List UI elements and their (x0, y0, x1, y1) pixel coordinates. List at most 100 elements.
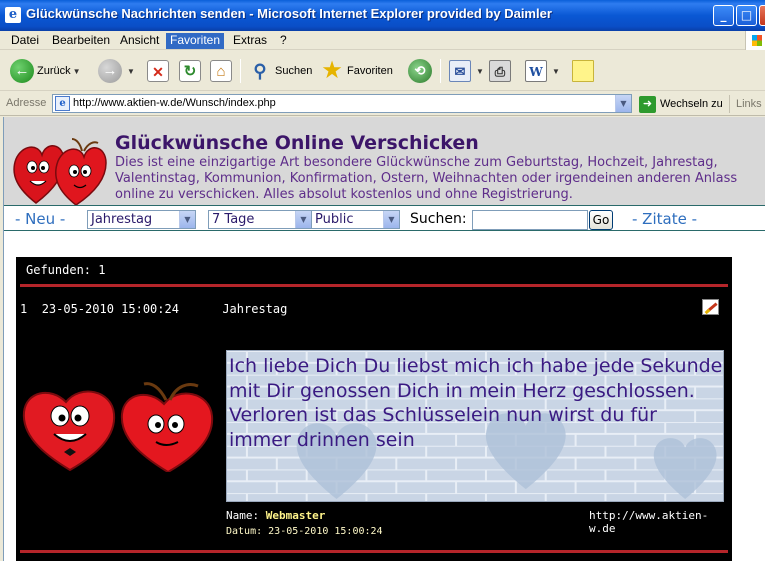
edit-icon[interactable] (702, 299, 719, 315)
period-select[interactable]: 7 Tage ▼ (208, 210, 312, 229)
menu-datei[interactable]: Datei (7, 33, 43, 49)
back-arrow-icon: ← (10, 59, 34, 83)
mail-button[interactable]: ✉ ▼ (449, 57, 484, 85)
address-dropdown-icon[interactable]: ▼ (615, 95, 631, 112)
close-button[interactable]: × (759, 5, 765, 26)
found-count: Gefunden: 1 (26, 263, 106, 277)
message-box: Ich liebe Dich Du liebst mich ich habe j… (226, 350, 724, 502)
address-bar: Adresse e http://www.aktien-w.de/Wunsch/… (0, 92, 765, 116)
search-button[interactable]: ⚲ Suchen (248, 57, 312, 85)
found-label: Gefunden: (26, 263, 92, 277)
toolbar: ← Zurück ▼ → ▼ ✕ ↻ ⌂ ⚲ Suchen ★ Favorite… (0, 51, 765, 91)
visibility-select[interactable]: Public ▼ (311, 210, 400, 229)
search-field-label: Suchen: (410, 211, 467, 227)
note-icon (572, 60, 594, 82)
menu-extras[interactable]: Extras (229, 33, 271, 49)
chevron-down-icon: ▼ (383, 211, 399, 228)
page-icon: e (55, 96, 70, 111)
entry-index: 1 (20, 302, 28, 316)
new-link[interactable]: - Neu - (15, 210, 65, 228)
name-value: Webmaster (265, 509, 326, 522)
site-description: Dies ist eine einzigartige Art besondere… (115, 155, 738, 202)
go-to-label: Wechseln zu (660, 98, 723, 110)
history-button[interactable]: ⟲ (408, 57, 435, 85)
refresh-icon: ↻ (179, 60, 201, 82)
menu-ansicht[interactable]: Ansicht (116, 33, 163, 49)
print-button[interactable]: ⎙ (489, 57, 514, 85)
minimize-button[interactable]: _ (713, 5, 734, 26)
word-icon: W (525, 60, 547, 82)
menu-help[interactable]: ? (276, 33, 291, 49)
sender-website[interactable]: http://www.aktien-w.de (589, 509, 732, 535)
home-button[interactable]: ⌂ (210, 57, 235, 85)
window-title: Glückwünsche Nachrichten senden - Micros… (26, 6, 552, 21)
printer-icon: ⎙ (489, 60, 511, 82)
back-dropdown-icon[interactable]: ▼ (73, 67, 81, 76)
back-label: Zurück (37, 65, 71, 77)
stop-icon: ✕ (147, 60, 169, 82)
home-icon: ⌂ (210, 60, 232, 82)
notes-button[interactable] (572, 57, 597, 85)
message-line-2: Verloren ist das Schlüsselein nun wirst … (229, 404, 657, 451)
ie-icon: e (5, 7, 21, 23)
menu-bar: Datei Bearbeiten Ansicht Favoriten Extra… (0, 31, 765, 50)
menu-favoriten[interactable]: Favoriten (166, 33, 225, 49)
favorites-button[interactable]: ★ Favoriten (320, 57, 393, 85)
site-title: Glückwünsche Online Verschicken (115, 132, 479, 154)
found-number: 1 (98, 263, 106, 277)
title-bar: e Glückwünsche Nachrichten senden - Micr… (0, 0, 765, 31)
site-header: Glückwünsche Online Verschicken Dies ist… (4, 117, 765, 206)
entry-occasion: Jahrestag (222, 302, 288, 316)
go-button[interactable]: Go (589, 210, 613, 230)
forward-arrow-icon: → (98, 59, 122, 83)
quotes-link[interactable]: - Zitate - (632, 210, 697, 228)
refresh-button[interactable]: ↻ (179, 57, 204, 85)
address-url[interactable]: http://www.aktien-w.de/Wunsch/index.php (73, 97, 276, 109)
message-line-1: Ich liebe Dich Du liebst mich ich habe j… (229, 355, 723, 402)
navigation-row: - Neu - Jahrestag ▼ 7 Tage ▼ Public ▼ Su… (4, 205, 765, 231)
page-content: Glückwünsche Online Verschicken Dies ist… (3, 117, 765, 561)
date-value: 23-05-2010 15:00:24 (268, 526, 383, 537)
chevron-down-icon: ▼ (295, 211, 311, 228)
favorites-label: Favoriten (347, 65, 393, 77)
menu-bearbeiten[interactable]: Bearbeiten (48, 33, 114, 49)
browser-window: e Glückwünsche Nachrichten senden - Micr… (0, 0, 765, 561)
chevron-down-icon: ▼ (179, 211, 195, 228)
address-label: Adresse (6, 97, 47, 109)
sent-date: Datum: 23-05-2010 15:00:24 (226, 526, 383, 537)
forward-dropdown-icon[interactable]: ▼ (127, 67, 135, 76)
occasion-select[interactable]: Jahrestag ▼ (87, 210, 196, 229)
stop-button[interactable]: ✕ (147, 57, 172, 85)
divider-line (20, 550, 728, 553)
toolbar-separator (440, 59, 441, 83)
search-input[interactable] (472, 210, 588, 230)
visibility-select-value: Public (315, 212, 354, 227)
search-label: Suchen (275, 65, 313, 77)
mail-icon: ✉ (449, 60, 471, 82)
name-label: Name: (226, 509, 260, 522)
edit-dropdown-icon[interactable]: ▼ (552, 67, 560, 76)
windows-logo-icon (745, 31, 765, 50)
results-panel: Gefunden: 1 1 23-05-2010 15:00:24 Jahres… (16, 257, 732, 561)
occasion-select-value: Jahrestag (91, 212, 153, 227)
message-text: Ich liebe Dich Du liebst mich ich habe j… (229, 354, 723, 452)
address-input[interactable]: e http://www.aktien-w.de/Wunsch/index.ph… (52, 94, 632, 113)
toolbar-separator (240, 59, 241, 83)
star-icon: ★ (322, 59, 342, 82)
date-label: Datum: (226, 526, 263, 537)
go-to-button[interactable]: ➜ Wechseln zu (639, 95, 723, 113)
maximize-button[interactable]: □ (736, 5, 757, 26)
divider-line (20, 284, 728, 287)
hearts-logo-icon (13, 138, 107, 206)
mail-dropdown-icon[interactable]: ▼ (476, 67, 484, 76)
edit-button[interactable]: W ▼ (525, 57, 560, 85)
links-button[interactable]: Links (729, 95, 762, 113)
hearts-image-icon (22, 382, 214, 472)
history-icon: ⟲ (408, 59, 432, 83)
sender-name: Name: Webmaster (226, 509, 325, 522)
entry-header: 1 23-05-2010 15:00:24 Jahrestag (20, 302, 287, 316)
entry-datetime: 23-05-2010 15:00:24 (41, 302, 179, 316)
period-select-value: 7 Tage (212, 212, 255, 227)
back-button[interactable]: ← Zurück ▼ (10, 57, 81, 85)
forward-button[interactable]: → ▼ (98, 57, 135, 85)
